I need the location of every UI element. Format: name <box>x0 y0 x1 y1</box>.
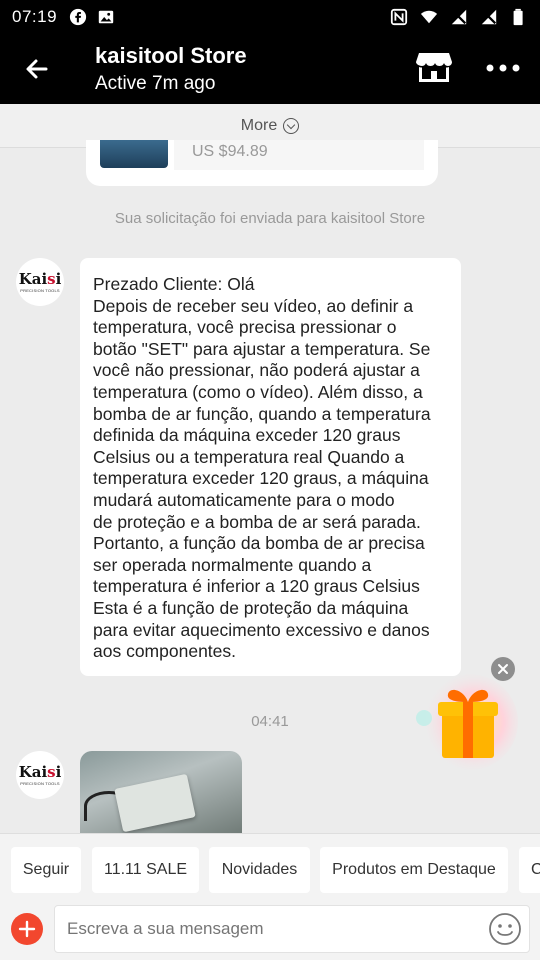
chip-sale[interactable]: 11.11 SALE <box>92 847 199 893</box>
plus-icon <box>18 920 36 938</box>
emoji-icon[interactable] <box>488 912 522 946</box>
product-price: US $94.89 <box>192 143 268 160</box>
avatar-logo: Kaisi <box>18 762 62 781</box>
wifi-icon <box>420 10 438 24</box>
active-status: Active 7m ago <box>95 73 216 94</box>
status-time: 07:19 <box>12 7 58 26</box>
store-avatar[interactable]: Kaisi PRECISION TOOLS <box>16 751 64 799</box>
chip-novidades[interactable]: Novidades <box>209 847 310 893</box>
chip-produtos-destaque[interactable]: Produtos em Destaque <box>320 847 508 893</box>
store-name[interactable]: kaisitool Store <box>95 43 247 69</box>
gift-icon[interactable] <box>410 672 518 772</box>
system-message: Sua solicitação foi enviada para kaisito… <box>114 210 426 227</box>
more-options-icon[interactable] <box>484 54 522 82</box>
chat-header: kaisitool Store Active 7m ago <box>0 34 540 104</box>
store-icon[interactable] <box>416 51 452 83</box>
chip-seguir[interactable]: Seguir <box>11 847 81 893</box>
back-arrow-icon[interactable] <box>20 52 54 86</box>
message-input[interactable] <box>54 905 530 953</box>
add-attachment-button[interactable] <box>11 913 43 945</box>
image-icon <box>98 10 114 24</box>
avatar-subtitle: PRECISION TOOLS <box>20 780 60 786</box>
message-bubble: Prezado Cliente: Olá Depois de receber s… <box>80 258 461 676</box>
video-message-thumbnail[interactable] <box>80 751 242 835</box>
nfc-icon <box>390 8 408 26</box>
more-label: More <box>240 116 278 134</box>
signal-off-icon <box>481 9 497 25</box>
avatar-subtitle: PRECISION TOOLS <box>20 287 60 293</box>
product-thumbnail <box>100 140 168 168</box>
chevron-down-icon <box>283 117 300 134</box>
message-input-bar <box>0 903 540 960</box>
chip-partial[interactable]: C <box>519 847 540 893</box>
battery-icon <box>513 8 523 26</box>
signal-off-icon <box>451 9 467 25</box>
status-bar: 07:19 <box>0 0 540 34</box>
facebook-icon <box>69 8 87 26</box>
avatar-logo: Kaisi <box>18 269 62 288</box>
quick-reply-bar: Seguir 11.11 SALE Novidades Produtos em … <box>0 833 540 903</box>
store-avatar[interactable]: Kaisi PRECISION TOOLS <box>16 258 64 306</box>
